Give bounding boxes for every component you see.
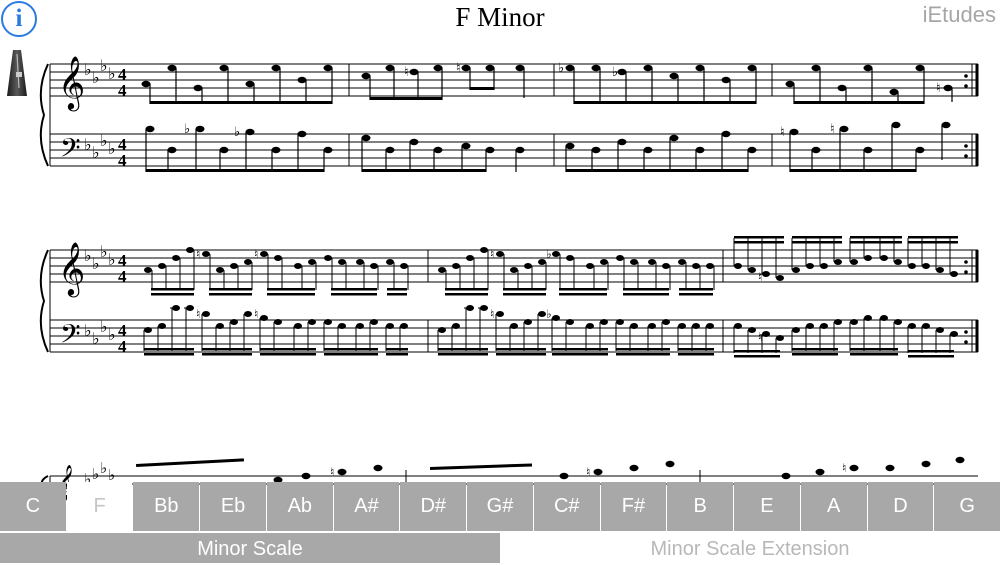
- svg-text:4: 4: [118, 337, 127, 356]
- svg-text:𝄞: 𝄞: [58, 55, 85, 111]
- svg-text:♭: ♭: [234, 125, 240, 140]
- key-button-bb[interactable]: Bb: [133, 482, 200, 531]
- system-1: 𝄞 𝄢 ♭ ♭♭ ♭ ♭ ♭♭ ♭ 44 44 ♮ ♮ ♭ ♭ ♮ ♭ ♭ ♮ …: [39, 55, 979, 172]
- svg-text:♮: ♮: [196, 307, 200, 321]
- system-2: 𝄞 𝄢 ♭ ♭♭ ♭ ♭ ♭♭ ♭ 44 44 ♮ ♮ ♮ ♭♮ ♮ ♮ ♮ ♭…: [39, 236, 979, 358]
- svg-text:♭: ♭: [100, 459, 107, 477]
- svg-text:♭: ♭: [108, 250, 116, 269]
- svg-text:4: 4: [118, 267, 127, 286]
- key-button-d-sharp[interactable]: D#: [400, 482, 467, 531]
- svg-text:♭: ♭: [92, 143, 100, 162]
- svg-text:♭: ♭: [108, 325, 116, 344]
- svg-text:♮: ♮: [254, 247, 258, 261]
- svg-text:𝄢: 𝄢: [60, 132, 81, 170]
- svg-text:♭: ♭: [92, 329, 100, 348]
- key-button-c[interactable]: C: [0, 482, 66, 531]
- svg-text:♭: ♭: [84, 321, 92, 340]
- key-button-c-sharp[interactable]: C#: [533, 482, 600, 531]
- svg-text:♮: ♮: [490, 247, 494, 261]
- key-button-f-sharp[interactable]: F#: [600, 482, 667, 531]
- scale-tabs: Minor Scale Minor Scale Extension: [0, 533, 1000, 563]
- svg-text:♭: ♭: [546, 307, 552, 321]
- page-title: F Minor: [455, 2, 545, 32]
- key-button-a[interactable]: A: [800, 482, 867, 531]
- svg-text:♮: ♮: [456, 61, 461, 76]
- svg-text:♮: ♮: [254, 307, 258, 321]
- key-selector: C F Bb Eb Ab A# D# G# C# F# B E A D G: [0, 482, 1000, 532]
- key-button-d[interactable]: D: [867, 482, 934, 531]
- svg-text:𝄞: 𝄞: [58, 241, 85, 297]
- svg-text:♭: ♭: [92, 68, 100, 87]
- svg-text:♭: ♭: [84, 60, 92, 79]
- svg-text:♭: ♭: [546, 247, 552, 261]
- svg-text:4: 4: [118, 81, 127, 100]
- app-brand: iEtudes: [922, 2, 996, 27]
- svg-text:♭: ♭: [100, 56, 108, 75]
- svg-text:♮: ♮: [780, 125, 785, 140]
- svg-text:♮: ♮: [758, 330, 762, 344]
- svg-text:𝄢: 𝄢: [60, 318, 81, 356]
- key-button-g[interactable]: G: [934, 482, 1000, 531]
- svg-text:♮: ♮: [758, 270, 762, 284]
- svg-text:♮: ♮: [842, 461, 846, 475]
- svg-text:♭: ♭: [92, 254, 100, 273]
- sheet-music: 𝄞 𝄢 ♭ ♭♭ ♭ ♭ ♭♭ ♭ 44 44 ♮ ♮ ♭ ♭ ♮ ♭ ♭ ♮ …: [39, 55, 979, 501]
- key-button-e[interactable]: E: [734, 482, 800, 531]
- metronome-icon: [7, 50, 27, 96]
- svg-text:♭: ♭: [84, 246, 92, 265]
- svg-text:♮: ♮: [586, 465, 590, 479]
- key-button-b[interactable]: B: [667, 482, 734, 531]
- svg-text:♮: ♮: [330, 465, 334, 479]
- svg-text:♭: ♭: [558, 61, 564, 76]
- svg-text:♭: ♭: [100, 242, 108, 261]
- svg-text:♭: ♭: [92, 465, 99, 483]
- svg-text:♭: ♭: [108, 139, 116, 158]
- metronome-button[interactable]: [5, 48, 29, 98]
- key-button-ab[interactable]: Ab: [266, 482, 333, 531]
- svg-text:♭: ♭: [100, 317, 108, 336]
- svg-text:♭: ♭: [184, 122, 190, 137]
- svg-text:4: 4: [118, 151, 127, 170]
- svg-text:♮: ♮: [196, 247, 200, 261]
- svg-text:♮: ♮: [830, 122, 835, 137]
- tab-minor-scale-extension[interactable]: Minor Scale Extension: [500, 533, 1000, 563]
- svg-text:♮: ♮: [490, 307, 494, 321]
- svg-text:♮: ♮: [404, 65, 409, 80]
- svg-text:♭: ♭: [100, 131, 108, 150]
- key-button-f[interactable]: F: [66, 482, 133, 531]
- svg-text:♭: ♭: [108, 64, 116, 83]
- key-button-eb[interactable]: Eb: [200, 482, 266, 531]
- svg-text:♭: ♭: [612, 65, 618, 80]
- key-button-a-sharp[interactable]: A#: [333, 482, 400, 531]
- tab-minor-scale[interactable]: Minor Scale: [0, 533, 500, 563]
- key-button-g-sharp[interactable]: G#: [467, 482, 533, 531]
- svg-text:♭: ♭: [84, 135, 92, 154]
- svg-text:♮: ♮: [936, 81, 941, 96]
